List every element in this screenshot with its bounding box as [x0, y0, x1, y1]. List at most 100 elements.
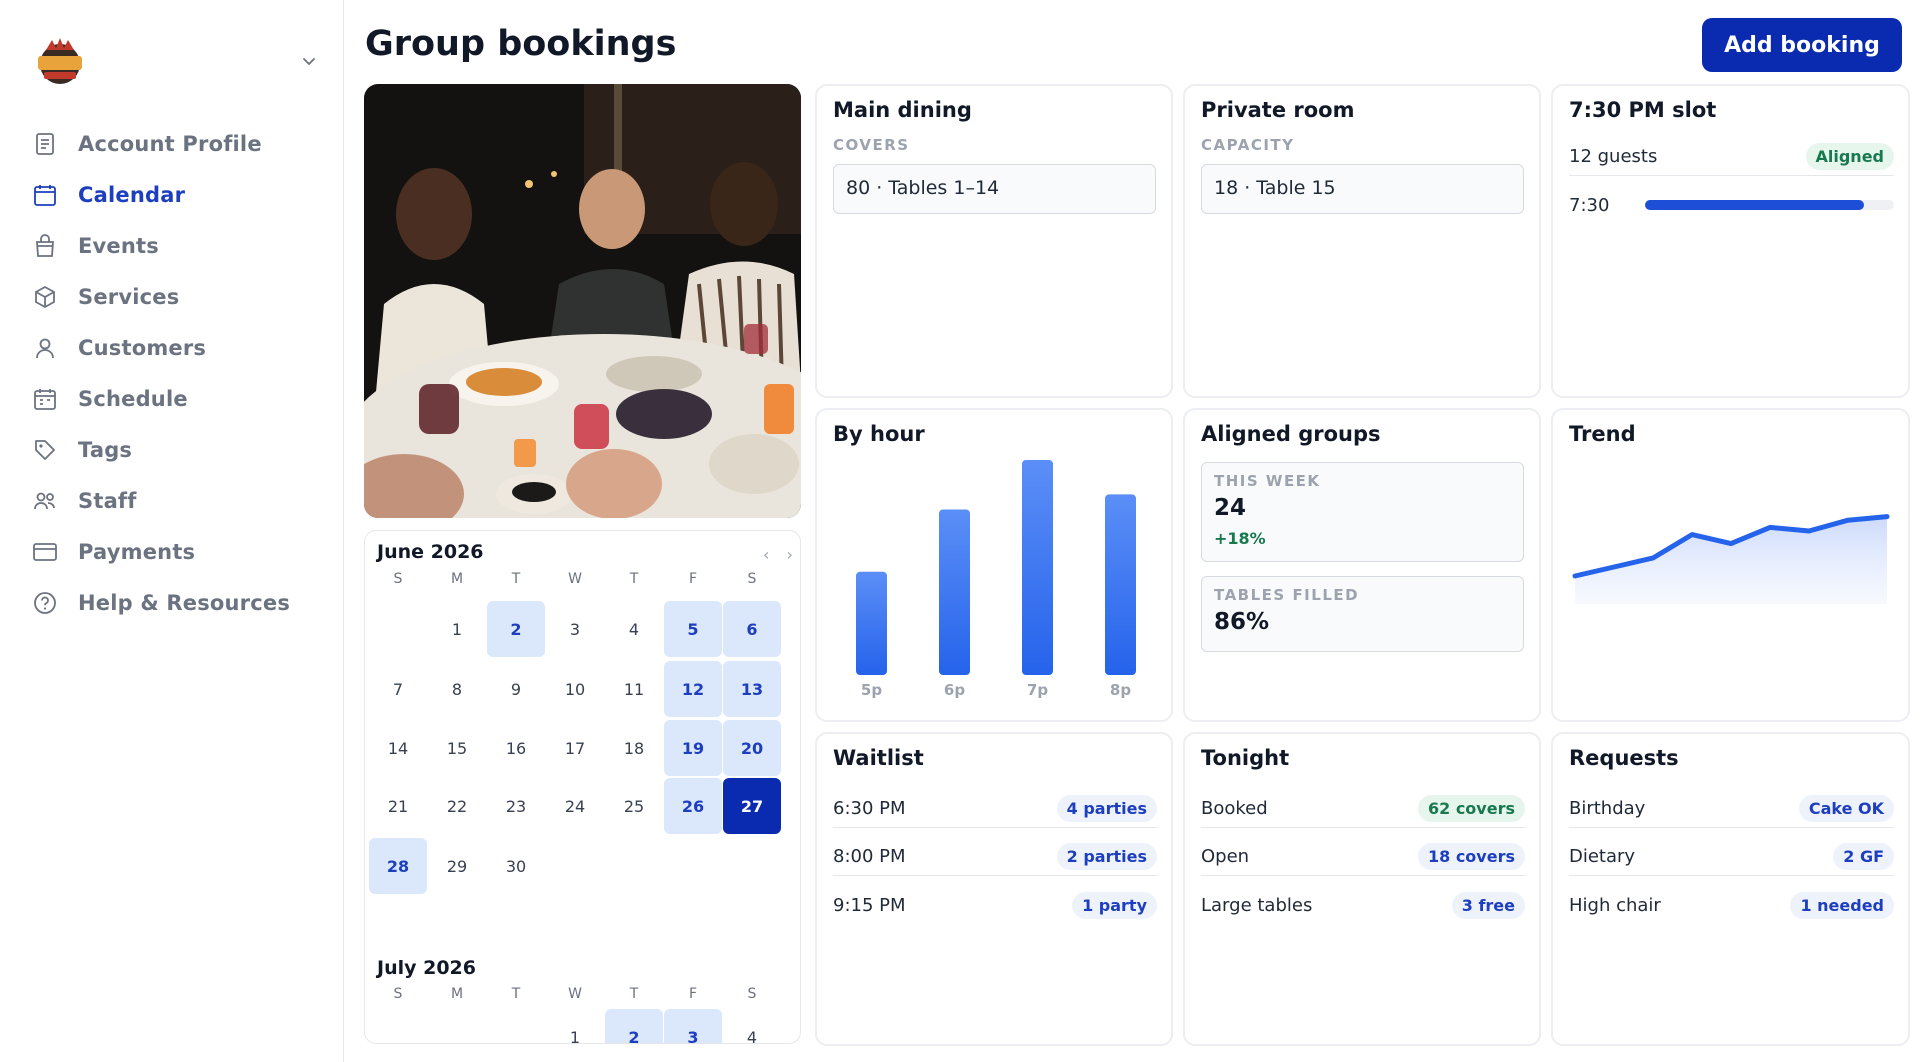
stat-delta: +18% [1214, 529, 1266, 548]
row-badge: Cake OK [1798, 795, 1894, 822]
trend-card: Trend [1551, 408, 1910, 722]
weekday-label: S [393, 571, 403, 587]
sidebar-item-schedule[interactable]: Schedule [28, 373, 318, 424]
bar-7p[interactable] [1022, 460, 1053, 675]
calendar-day[interactable]: 4 [723, 1009, 781, 1044]
sidebar-item-staff[interactable]: Staff [28, 475, 318, 526]
slot-progress-fill [1645, 200, 1865, 210]
list-item[interactable]: High chair 1 needed [1569, 886, 1894, 924]
calendar-day[interactable]: 6 [723, 601, 781, 657]
calendar-day[interactable]: 4 [605, 601, 663, 657]
slot-progress-row: 7:30 [1569, 186, 1894, 224]
weekday-label: S [747, 986, 757, 1002]
calendar-day[interactable]: 23 [487, 778, 545, 834]
sidebar-item-tags[interactable]: Tags [28, 424, 318, 475]
calendar-day[interactable]: 1 [546, 1009, 604, 1044]
calendar-day[interactable]: 20 [723, 720, 781, 776]
row-label: Open [1201, 846, 1250, 867]
calendar-day[interactable]: 3 [546, 601, 604, 657]
month-nav-arrows[interactable]: ‹ › [763, 545, 799, 564]
sidebar-item-label: Services [78, 284, 180, 309]
slot-guests-row: 12 guests Aligned [1569, 138, 1894, 176]
calendar-day[interactable]: 11 [605, 661, 663, 717]
bar-8p[interactable] [1105, 494, 1136, 675]
document-icon [36, 132, 54, 155]
calendar-day[interactable]: 9 [487, 661, 545, 717]
capacity-field[interactable]: 18 · Table 15 [1201, 164, 1524, 214]
x-tick-label: 5p [861, 681, 882, 699]
bar-6p[interactable] [939, 509, 970, 675]
brand-logo[interactable] [32, 34, 88, 90]
weekday-label: W [568, 986, 582, 1002]
card-title: Private room [1201, 98, 1355, 122]
user-icon [36, 338, 54, 358]
weekday-label: M [450, 986, 464, 1002]
calendar-day[interactable]: 14 [369, 720, 427, 776]
weekday-label: F [688, 571, 698, 587]
calendar-day[interactable]: 2 [487, 601, 545, 657]
x-tick-label: 8p [1110, 681, 1131, 699]
list-item[interactable]: Open 18 covers [1201, 838, 1525, 876]
weekday-label: T [511, 571, 521, 587]
calendar-day[interactable]: 7 [369, 661, 427, 717]
card-title: Tonight [1201, 746, 1290, 770]
covers-field[interactable]: 80 · Tables 1–14 [833, 164, 1156, 214]
calendar-day[interactable]: 1 [428, 601, 486, 657]
calendar-day[interactable]: 27 [723, 778, 781, 834]
calendar-day[interactable]: 10 [546, 661, 604, 717]
sidebar-item-services[interactable]: Services [28, 271, 318, 322]
calendar-day[interactable]: 18 [605, 720, 663, 776]
weekday-label: M [450, 571, 464, 587]
calendar-day[interactable]: 29 [428, 838, 486, 894]
list-item[interactable]: Large tables 3 free [1201, 886, 1525, 924]
card-title: Main dining [833, 98, 972, 122]
sidebar-item-account-profile[interactable]: Account Profile [28, 118, 318, 169]
calendar-day[interactable]: 19 [664, 720, 722, 776]
sidebar-item-payments[interactable]: Payments [28, 526, 318, 577]
calendar-day[interactable]: 26 [664, 778, 722, 834]
mini-calendar: June 2026 S M T W T F S 1 2 3 4 5 6 7 8 9 10 11 12 13 14 15 16 1… [364, 530, 801, 1044]
calendar-day[interactable]: 12 [664, 661, 722, 717]
add-booking-button[interactable]: Add booking [1702, 18, 1902, 72]
calendar-day[interactable]: 8 [428, 661, 486, 717]
stat-value: 24 [1214, 495, 1247, 521]
sidebar-item-calendar[interactable]: Calendar [28, 169, 318, 220]
weekday-label: S [747, 571, 757, 587]
calendar-day[interactable]: 24 [546, 778, 604, 834]
calendar-day[interactable]: 3 [664, 1009, 722, 1043]
row-badge: 2 parties [1056, 843, 1157, 870]
row-label: Birthday [1569, 798, 1646, 819]
calendar-day[interactable]: 13 [723, 661, 781, 717]
list-item[interactable]: Birthday Cake OK [1569, 790, 1894, 828]
calendar-day[interactable]: 28 [369, 838, 427, 894]
calendar-day[interactable]: 2 [605, 1009, 663, 1043]
calendar-day[interactable]: 17 [546, 720, 604, 776]
calendar-day[interactable]: 16 [487, 720, 545, 776]
list-item[interactable]: Booked 62 covers [1201, 790, 1525, 828]
weekday-label: W [568, 571, 582, 587]
field-label: CAPACITY [1201, 136, 1295, 154]
list-item[interactable]: Dietary 2 GF [1569, 838, 1894, 876]
calendar-day[interactable]: 25 [605, 778, 663, 834]
sidebar-item-label: Schedule [78, 386, 188, 411]
calendar-day[interactable]: 21 [369, 778, 427, 834]
calendar-day[interactable]: 30 [487, 838, 545, 894]
chevron-down-icon[interactable] [300, 52, 318, 70]
sidebar-item-events[interactable]: Events [28, 220, 318, 271]
tables-filled-stat: TABLES FILLED 86% [1201, 576, 1524, 652]
stat-label: TABLES FILLED [1214, 586, 1360, 604]
field-label: COVERS [833, 136, 910, 154]
bar-5p[interactable] [856, 571, 887, 675]
list-item[interactable]: 9:15 PM 1 party [833, 886, 1157, 924]
trend-chart [1572, 514, 1890, 604]
calendar-day[interactable]: 15 [428, 720, 486, 776]
list-item[interactable]: 8:00 PM 2 parties [833, 838, 1157, 876]
schedule-icon [34, 388, 56, 410]
sidebar-item-help[interactable]: Help & Resources [28, 577, 318, 628]
sidebar-item-customers[interactable]: Customers [28, 322, 318, 373]
calendar-day[interactable]: 5 [664, 601, 722, 657]
sidebar-item-label: Staff [78, 488, 137, 513]
calendar-day[interactable]: 22 [428, 778, 486, 834]
list-item[interactable]: 6:30 PM 4 parties [833, 790, 1157, 828]
row-badge: 2 GF [1833, 843, 1894, 870]
